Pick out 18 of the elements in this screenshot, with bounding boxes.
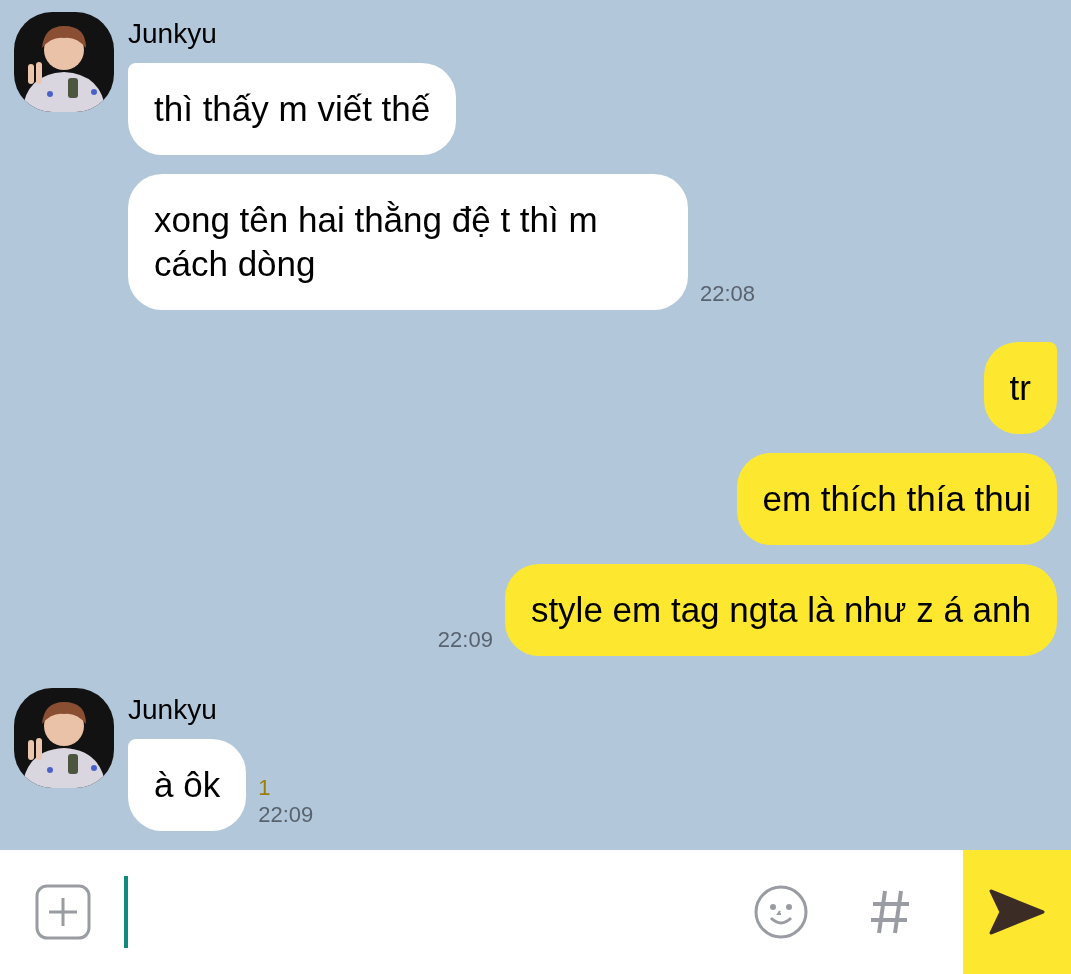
message-bubble: à ôk — [128, 739, 247, 831]
hashtag-icon[interactable] — [871, 889, 911, 935]
sender-name: Junkyu — [128, 17, 217, 51]
add-icon[interactable] — [35, 884, 91, 940]
send-icon — [989, 889, 1045, 935]
sender-name: Junkyu — [128, 693, 217, 727]
message-bubble: xong tên hai thằng đệ t thì m cách dòng — [128, 174, 688, 310]
message-bubble: style em tag ngta là như z á anh — [504, 564, 1057, 656]
emoji-icon[interactable] — [753, 884, 809, 940]
message-time: 22:09 — [258, 801, 314, 829]
text-cursor — [124, 876, 128, 948]
message-time: 22:08 — [700, 280, 756, 308]
message-bubble: tr — [983, 342, 1057, 434]
message-bubble: thì thấy m viết thế — [128, 63, 457, 155]
message-bubble: em thích thía thui — [736, 453, 1057, 545]
unread-count: 1 — [258, 775, 271, 801]
send-button[interactable] — [963, 850, 1071, 974]
message-time: 22:09 — [437, 626, 493, 654]
